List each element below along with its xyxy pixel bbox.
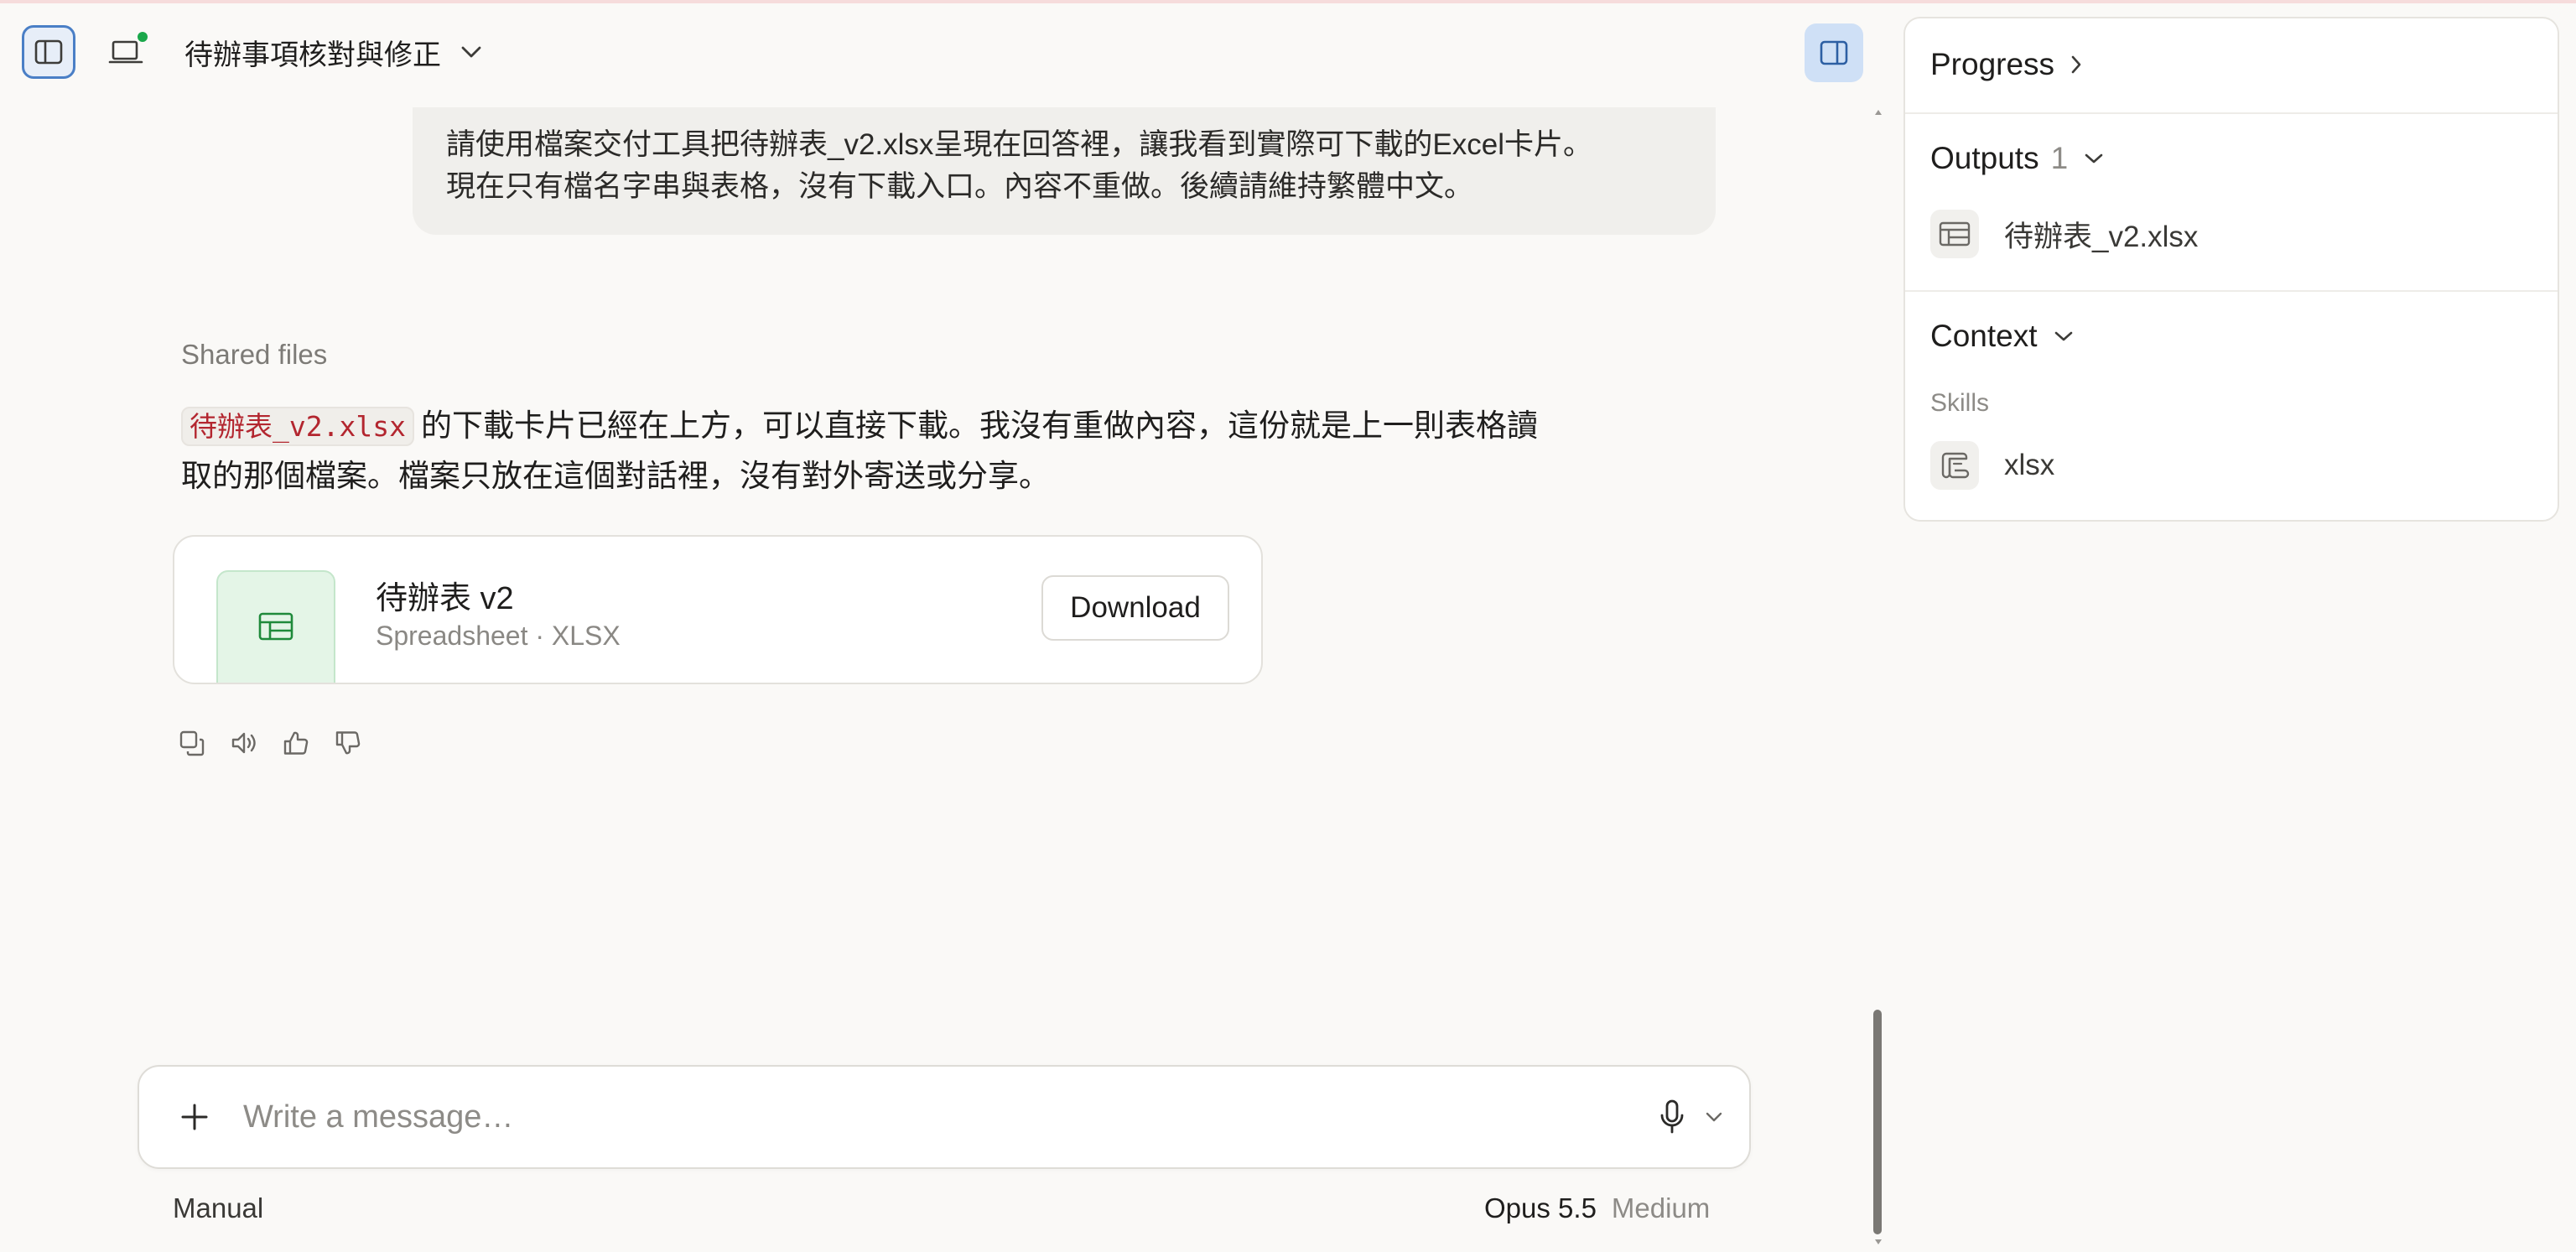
panel-divider: [1905, 112, 2558, 114]
top-bar: 待辦事項核對與修正: [0, 0, 1878, 101]
scrollbar-thumb[interactable]: [1873, 1010, 1882, 1234]
scroll-up-arrow[interactable]: [1873, 104, 1883, 121]
progress-section-header[interactable]: Progress: [1930, 47, 2083, 82]
chevron-down-icon: [1706, 1112, 1722, 1122]
triangle-up-icon: [1875, 110, 1882, 115]
assistant-message-line: 取的那個檔案。檔案只放在這個對話裡，沒有對外寄送或分享。: [181, 459, 1050, 493]
context-section-header[interactable]: Context: [1930, 319, 2075, 354]
output-item-icon-box: [1930, 210, 1979, 258]
chevron-right-icon: [2071, 55, 2081, 74]
inline-code-filename: 待辦表_v2.xlsx: [181, 407, 414, 446]
read-aloud-button[interactable]: [230, 729, 258, 757]
file-meta: Spreadsheet · XLSX: [376, 621, 621, 651]
skill-item-icon-box: [1930, 441, 1979, 490]
file-thumbnail: [216, 570, 335, 683]
plus-icon: [181, 1104, 208, 1130]
triangle-down-icon: [1875, 1239, 1882, 1244]
microphone-icon: [1660, 1099, 1684, 1134]
file-name: 待辦表 v2: [376, 581, 514, 616]
assistant-message-text: 待辦表_v2.xlsx 的下載卡片已經在上方，可以直接下載。我沒有重做內容，這份就…: [181, 401, 1674, 501]
speaker-icon: [231, 732, 256, 754]
skills-label: Skills: [1930, 389, 1990, 417]
chevron-down-icon: [2054, 331, 2072, 341]
device-button[interactable]: [102, 29, 149, 75]
thumbs-up-button[interactable]: [282, 729, 310, 757]
file-download-card[interactable]: 待辦表 v2 Spreadsheet · XLSX Download: [173, 535, 1263, 684]
output-item-name: 待辦表_v2.xlsx: [2004, 220, 2199, 253]
spreadsheet-icon: [1939, 221, 1971, 247]
chevron-down-icon: [461, 46, 481, 58]
online-status-dot: [136, 30, 149, 44]
skill-item-name: xlsx: [2004, 449, 2055, 481]
copy-icon: [179, 730, 205, 756]
voice-input-button[interactable]: [1649, 1094, 1696, 1140]
right-panel-toggle-button[interactable]: [1805, 23, 1863, 82]
message-composer: [138, 1065, 1751, 1169]
user-message-line: 請使用檔案交付工具把待辦表_v2.xlsx呈現在回答裡，讓我看到實際可下載的Ex…: [446, 128, 1593, 161]
output-item[interactable]: 待辦表_v2.xlsx: [1930, 210, 2198, 258]
thumbs-down-button[interactable]: [334, 729, 362, 757]
assistant-message-line: 待辦表_v2.xlsx 的下載卡片已經在上方，可以直接下載。我沒有重做內容，這份就…: [181, 401, 1674, 451]
conversation-title-dropdown[interactable]: 待辦事項核對與修正: [184, 29, 483, 75]
outputs-label: Outputs: [1930, 141, 2039, 175]
mode-selector[interactable]: Manual: [173, 1192, 263, 1224]
conversation-title: 待辦事項核對與修正: [184, 39, 441, 71]
user-message-line: 現在只有檔名字串與表格，沒有下載入口。內容不重做。後續請維持繁體中文。: [446, 170, 1474, 203]
voice-options-dropdown[interactable]: [1699, 1100, 1729, 1134]
spreadsheet-icon: [258, 612, 293, 641]
panel-divider: [1905, 290, 2558, 292]
right-side-panel: Progress Outputs 1 待辦表_v2.xlsx Context S…: [1903, 17, 2559, 522]
context-label: Context: [1930, 319, 2038, 353]
model-selector[interactable]: Opus 5.5 Medium: [1484, 1192, 1710, 1224]
user-message-bubble: 請使用檔案交付工具把待辦表_v2.xlsx呈現在回答裡，讓我看到實際可下載的Ex…: [413, 107, 1716, 235]
shared-files-label: Shared files: [181, 339, 328, 370]
download-button[interactable]: Download: [1041, 575, 1229, 641]
assistant-text-part: 的下載卡片已經在上方，可以直接下載。我沒有重做內容，這份就是上一則表格讀: [420, 408, 1538, 443]
skill-item[interactable]: xlsx: [1930, 441, 2054, 490]
panel-icon: [1820, 40, 1848, 65]
sidebar-toggle-button[interactable]: [22, 25, 75, 79]
model-name: Opus 5.5: [1484, 1192, 1597, 1223]
add-attachment-button[interactable]: [171, 1094, 218, 1140]
thumbs-down-icon: [335, 731, 361, 755]
outputs-section-header[interactable]: Outputs 1: [1930, 141, 2105, 176]
message-actions: [178, 726, 362, 760]
scroll-icon: [1941, 452, 1970, 479]
sidebar-icon: [34, 39, 63, 65]
message-input[interactable]: [242, 1092, 1583, 1142]
model-effort: Medium: [1611, 1192, 1711, 1223]
copy-button[interactable]: [178, 729, 206, 757]
progress-label: Progress: [1930, 47, 2055, 81]
outputs-count: 1: [2050, 141, 2069, 175]
scroll-down-arrow[interactable]: [1873, 1234, 1883, 1249]
chevron-down-icon: [2085, 153, 2103, 164]
thumbs-up-icon: [283, 731, 309, 755]
